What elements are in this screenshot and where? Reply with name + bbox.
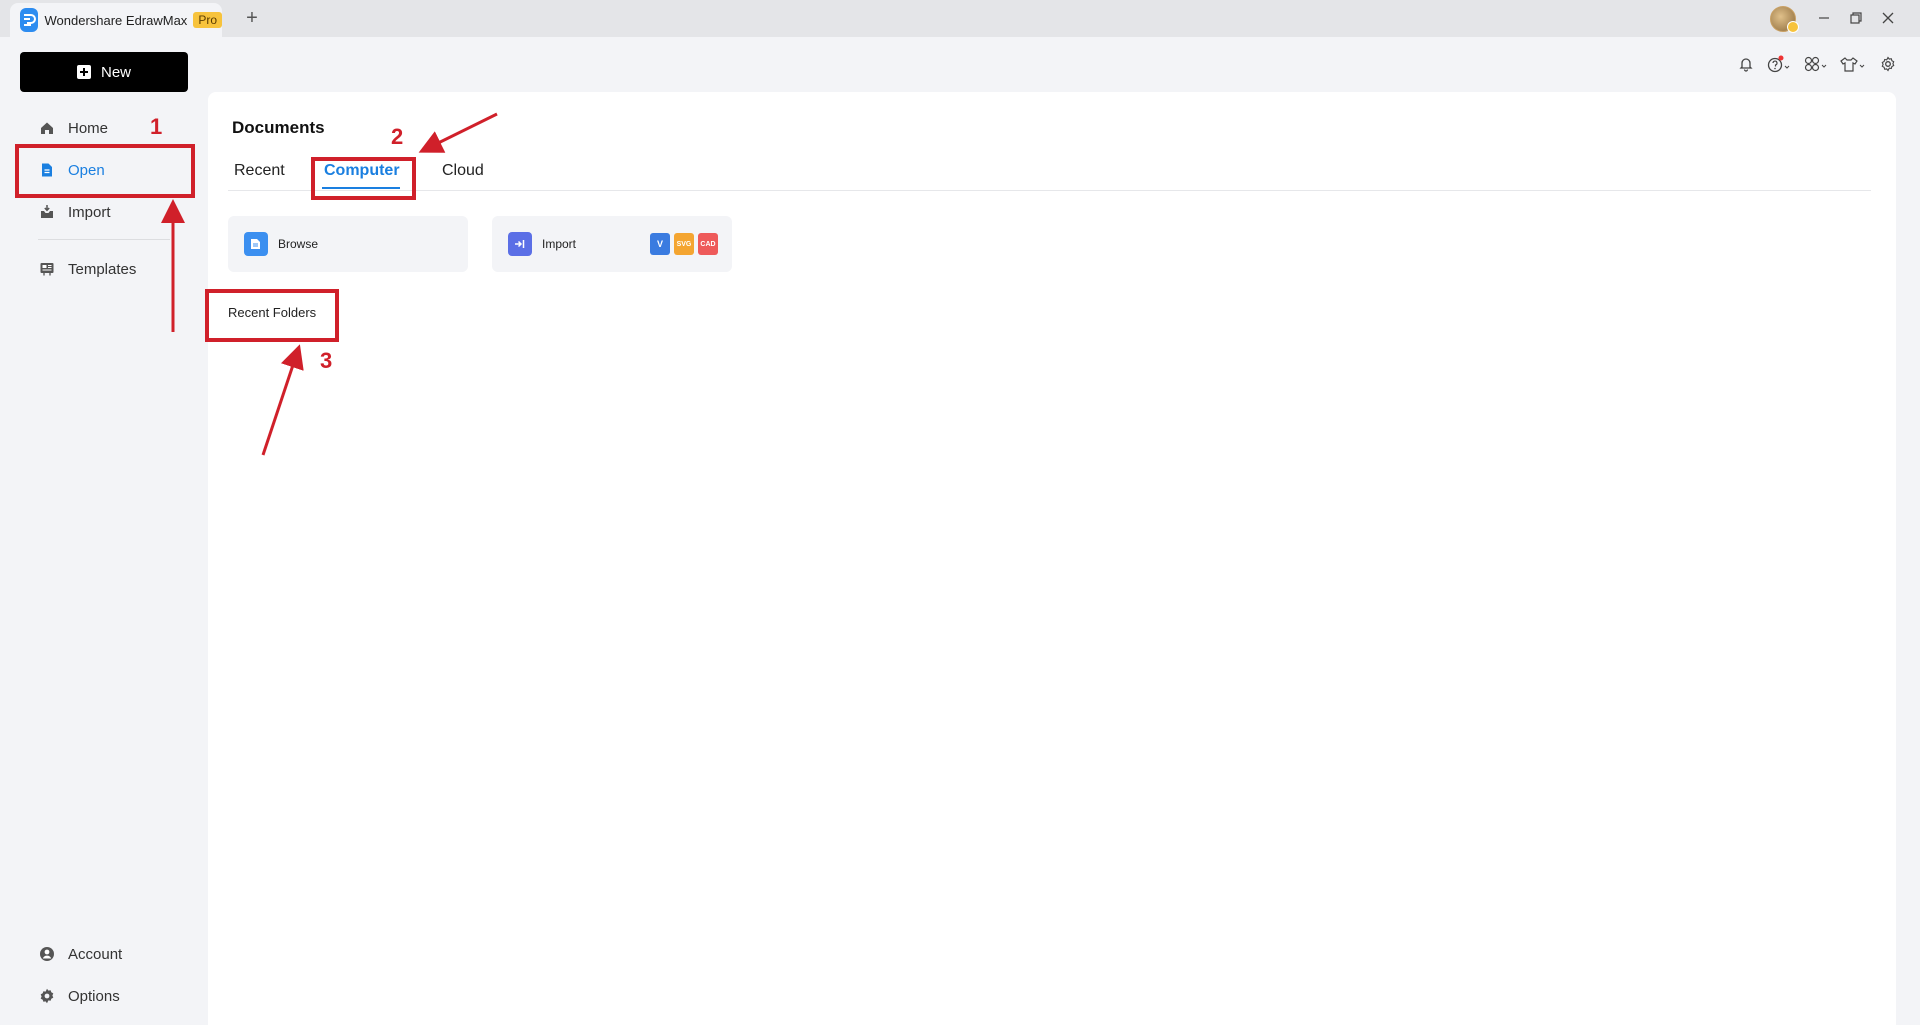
main-panel: Documents Recent Computer Cloud Browse I… (208, 92, 1896, 1025)
folder-icon (244, 232, 268, 256)
page-title: Documents (232, 118, 325, 137)
import-label: Import (542, 237, 577, 251)
templates-icon (38, 260, 56, 278)
annotation-box-computer (311, 157, 416, 200)
browse-label: Browse (278, 237, 319, 251)
sidebar-item-account[interactable]: Account (38, 942, 122, 966)
new-button-label: New (100, 63, 131, 81)
tabs-divider (228, 190, 1871, 191)
home-icon (38, 119, 56, 137)
annotation-number-3: 3 (320, 348, 333, 373)
file-type-badges: V SVG CAD (650, 233, 718, 255)
help-icon (1767, 55, 1790, 73)
settings-button[interactable] (1878, 54, 1898, 74)
title-bar: Wondershare EdrawMax Pro + (0, 0, 1920, 37)
visio-file-icon: V (650, 233, 670, 255)
close-button[interactable] (1875, 6, 1901, 30)
cad-file-icon: CAD (698, 233, 718, 255)
sidebar-divider (38, 239, 170, 240)
restore-icon (1850, 12, 1862, 24)
sidebar-item-options[interactable]: Options (38, 984, 120, 1008)
new-tab-button[interactable]: + (240, 6, 264, 30)
import-card[interactable]: Import V SVG CAD (492, 216, 732, 272)
gear-icon (1881, 56, 1895, 72)
tab-cloud[interactable]: Cloud (442, 162, 484, 180)
sidebar-item-home[interactable]: Home (38, 116, 108, 140)
sidebar-item-label: Options (68, 987, 120, 1005)
restore-button[interactable] (1843, 6, 1869, 30)
notification-button[interactable] (1736, 54, 1756, 74)
pro-badge: Pro (193, 12, 222, 28)
minimize-icon (1819, 17, 1829, 19)
sidebar-item-label: Account (68, 945, 123, 963)
edrawmax-logo-icon (20, 8, 39, 32)
gear-icon (38, 987, 56, 1005)
sidebar-item-templates[interactable]: Templates (38, 257, 136, 281)
annotation-box-recent-folders (205, 289, 339, 342)
avatar[interactable] (1770, 6, 1799, 33)
sidebar-item-label: Home (68, 119, 109, 137)
bell-icon (1739, 58, 1753, 72)
new-button[interactable]: New (20, 52, 188, 92)
apps-grid-icon (1804, 56, 1827, 72)
sidebar-item-label: Import (68, 203, 111, 221)
minimize-button[interactable] (1811, 6, 1837, 30)
theme-button[interactable] (1839, 54, 1867, 74)
account-icon (38, 945, 56, 963)
import-icon (38, 203, 56, 221)
help-button[interactable] (1766, 54, 1794, 74)
browse-card[interactable]: Browse (228, 216, 468, 272)
tab-recent[interactable]: Recent (234, 162, 285, 180)
import-arrow-icon (508, 232, 532, 256)
shirt-icon (1840, 57, 1865, 72)
apps-button[interactable] (1803, 54, 1831, 74)
app-tab[interactable]: Wondershare EdrawMax Pro (10, 3, 222, 37)
close-icon (1882, 12, 1894, 24)
annotation-number-1: 1 (150, 114, 163, 139)
sidebar-item-label: Templates (68, 260, 137, 278)
svg-file-icon: SVG (674, 233, 694, 255)
plus-icon (76, 65, 91, 79)
app-title: Wondershare EdrawMax (44, 12, 188, 28)
sidebar-item-import[interactable]: Import (38, 200, 111, 224)
annotation-number-2: 2 (391, 124, 404, 149)
annotation-box-open (15, 144, 195, 198)
